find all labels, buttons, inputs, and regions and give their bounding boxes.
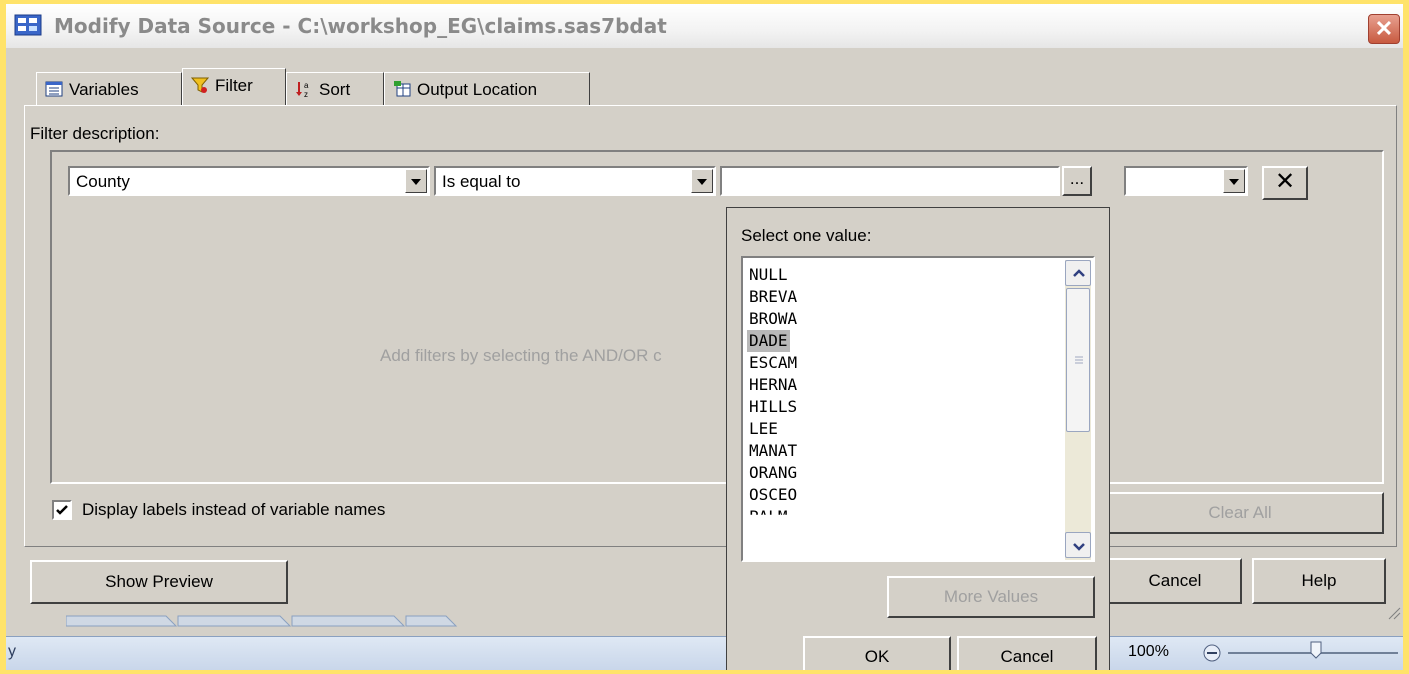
operator-select[interactable]: Is equal to	[434, 166, 716, 196]
list-item[interactable]: ESCAM	[747, 352, 799, 374]
tab-sort[interactable]: az Sort	[286, 72, 384, 106]
title-bar[interactable]: Modify Data Source - C:\workshop_EG\clai…	[6, 4, 1403, 48]
filter-description-label: Filter description:	[30, 124, 160, 143]
tab-sort-label: Sort	[319, 80, 351, 99]
connector-select[interactable]	[1124, 166, 1248, 196]
show-preview-button[interactable]: Show Preview	[30, 560, 288, 604]
output-table-icon	[394, 81, 411, 97]
popup-cancel-button[interactable]: Cancel	[957, 636, 1097, 670]
background-sheet-tabs	[65, 612, 466, 628]
zoom-out-icon[interactable]	[1202, 643, 1222, 663]
status-left-text: y	[8, 643, 16, 660]
filter-value-input[interactable]	[720, 166, 1060, 196]
operator-select-value: Is equal to	[442, 172, 521, 191]
grip-lines-icon	[1075, 356, 1083, 364]
scroll-up-button[interactable]	[1065, 260, 1091, 286]
chevron-down-icon[interactable]	[1223, 169, 1245, 193]
value-picker-popup: Select one value: NULL BREVA BROWA DADE …	[726, 207, 1110, 670]
close-icon[interactable]: ✕	[1368, 14, 1400, 44]
value-picker-prompt: Select one value:	[741, 226, 872, 245]
scroll-down-button[interactable]	[1065, 532, 1091, 558]
chevron-down-icon[interactable]	[691, 169, 713, 193]
zoom-slider-thumb[interactable]	[1310, 641, 1322, 659]
help-button[interactable]: Help	[1252, 558, 1386, 604]
funnel-icon	[191, 77, 209, 93]
zoom-level[interactable]: 100%	[1128, 643, 1169, 661]
display-labels-label: Display labels instead of variable names	[82, 500, 386, 519]
window-title: Modify Data Source - C:\workshop_EG\clai…	[54, 14, 667, 38]
svg-text:z: z	[304, 90, 308, 98]
list-item[interactable]: HILLS	[747, 396, 799, 418]
checkmark-icon	[56, 505, 68, 515]
value-list[interactable]: NULL BREVA BROWA DADE ESCAM HERNA HILLS …	[741, 256, 1095, 562]
chevron-down-icon	[1073, 543, 1085, 551]
tab-variables[interactable]: Variables	[36, 72, 182, 106]
tab-output-location-label: Output Location	[417, 80, 538, 99]
column-select-value: County	[76, 172, 130, 191]
sheet-tabs-strip	[65, 615, 458, 627]
list-item[interactable]: ORANG	[747, 462, 799, 484]
background-status-bar: y 100%	[6, 636, 1403, 670]
sas-app-icon	[14, 14, 42, 36]
list-item[interactable]: NULL	[747, 264, 790, 286]
more-values-button[interactable]: More Values	[887, 576, 1095, 618]
tab-output-location[interactable]: Output Location	[384, 72, 590, 106]
list-item[interactable]: LEE	[747, 418, 780, 440]
filter-hint-text: Add filters by selecting the AND/OR c	[380, 346, 662, 365]
column-select[interactable]: County	[68, 166, 430, 196]
list-item[interactable]: OSCEO	[747, 484, 799, 506]
display-labels-checkbox[interactable]	[52, 500, 72, 520]
remove-filter-button[interactable]: ✕	[1262, 166, 1308, 200]
svg-text:a: a	[304, 81, 309, 90]
cancel-button[interactable]: Cancel	[1108, 558, 1242, 604]
list-item[interactable]: BROWA	[747, 308, 799, 330]
clear-all-button[interactable]: Clear All	[1096, 492, 1384, 534]
close-icon: ✕	[1274, 168, 1296, 195]
list-item-selected[interactable]: DADE	[747, 330, 790, 352]
list-item[interactable]: PALM	[747, 506, 790, 515]
modify-data-source-dialog: Modify Data Source - C:\workshop_EG\clai…	[6, 4, 1403, 670]
resize-grip-icon[interactable]	[1387, 606, 1401, 620]
chevron-down-icon[interactable]	[405, 169, 427, 193]
filter-conditions-area	[50, 150, 1384, 484]
tab-filter[interactable]: Filter	[182, 68, 286, 106]
sort-az-icon: az	[296, 81, 309, 98]
list-item[interactable]: BREVA	[747, 286, 799, 308]
popup-ok-button[interactable]: OK	[803, 636, 951, 670]
list-item[interactable]: MANAT	[747, 440, 799, 462]
chevron-up-icon	[1073, 269, 1085, 277]
value-list-scrollbar[interactable]	[1065, 260, 1091, 560]
variables-list-icon	[45, 81, 63, 97]
scroll-thumb[interactable]	[1066, 288, 1090, 432]
browse-values-button[interactable]: ...	[1062, 166, 1092, 196]
tab-variables-label: Variables	[69, 80, 139, 99]
list-item[interactable]: HERNA	[747, 374, 799, 396]
tab-filter-label: Filter	[215, 76, 253, 95]
